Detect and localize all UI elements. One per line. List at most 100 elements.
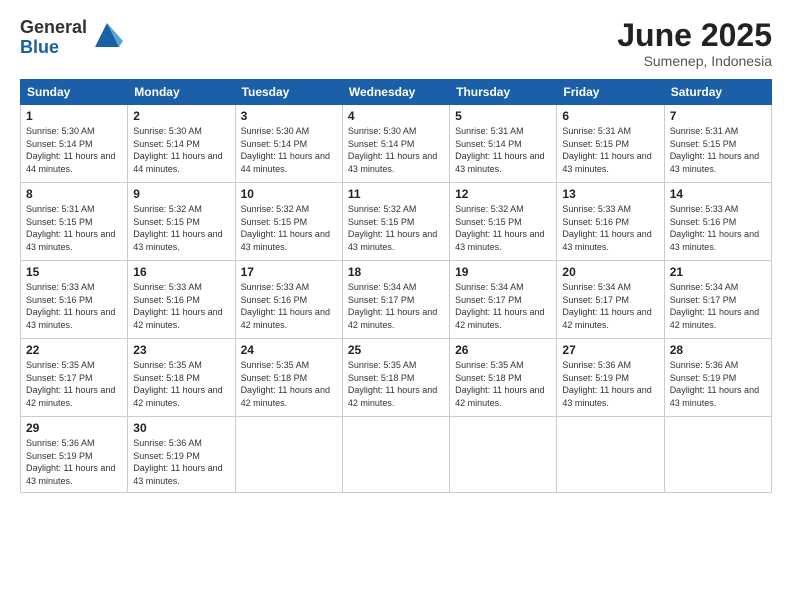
day-number: 23 [133,343,229,357]
calendar-cell: 17 Sunrise: 5:33 AMSunset: 5:16 PMDayligh… [235,261,342,339]
calendar-cell: 19 Sunrise: 5:34 AMSunset: 5:17 PMDayligh… [450,261,557,339]
col-tuesday: Tuesday [235,80,342,105]
col-sunday: Sunday [21,80,128,105]
calendar-cell: 29 Sunrise: 5:36 AMSunset: 5:19 PMDayligh… [21,417,128,492]
day-info: Sunrise: 5:36 AMSunset: 5:19 PMDaylight:… [133,437,229,487]
day-info: Sunrise: 5:31 AMSunset: 5:15 PMDaylight:… [26,203,122,253]
day-number: 25 [348,343,444,357]
calendar-cell: 2 Sunrise: 5:30 AMSunset: 5:14 PMDaylight… [128,105,235,183]
day-number: 13 [562,187,658,201]
calendar-cell: 15 Sunrise: 5:33 AMSunset: 5:16 PMDayligh… [21,261,128,339]
day-info: Sunrise: 5:35 AMSunset: 5:18 PMDaylight:… [348,359,444,409]
calendar-cell [235,417,342,492]
calendar-table: Sunday Monday Tuesday Wednesday Thursday… [20,79,772,492]
calendar-cell: 5Sunrise: 5:31 AMSunset: 5:14 PMDaylight… [450,105,557,183]
calendar-week-2: 8Sunrise: 5:31 AMSunset: 5:15 PMDaylight… [21,183,772,261]
day-info: Sunrise: 5:35 AMSunset: 5:17 PMDaylight:… [26,359,122,409]
day-info: Sunrise: 5:31 AMSunset: 5:15 PMDaylight:… [562,125,658,175]
calendar-cell: 6 Sunrise: 5:31 AMSunset: 5:15 PMDaylight… [557,105,664,183]
day-number: 2 [133,109,229,123]
day-number: 6 [562,109,658,123]
calendar-cell: 27 Sunrise: 5:36 AMSunset: 5:19 PMDayligh… [557,339,664,417]
calendar-cell: 24 Sunrise: 5:35 AMSunset: 5:18 PMDayligh… [235,339,342,417]
day-number: 9 [133,187,229,201]
header: General Blue June 2025 Sumenep, Indonesi… [20,18,772,69]
page: General Blue June 2025 Sumenep, Indonesi… [0,0,792,612]
calendar-cell: 20Sunrise: 5:34 AMSunset: 5:17 PMDayligh… [557,261,664,339]
day-number: 26 [455,343,551,357]
day-info: Sunrise: 5:34 AMSunset: 5:17 PMDaylight:… [455,281,551,331]
day-info: Sunrise: 5:34 AMSunset: 5:17 PMDaylight:… [562,281,658,331]
day-number: 3 [241,109,337,123]
day-info: Sunrise: 5:32 AMSunset: 5:15 PMDaylight:… [348,203,444,253]
day-number: 15 [26,265,122,279]
day-number: 16 [133,265,229,279]
day-number: 1 [26,109,122,123]
calendar-cell [450,417,557,492]
day-info: Sunrise: 5:32 AMSunset: 5:15 PMDaylight:… [241,203,337,253]
day-info: Sunrise: 5:32 AMSunset: 5:15 PMDaylight:… [133,203,229,253]
day-info: Sunrise: 5:36 AMSunset: 5:19 PMDaylight:… [670,359,766,409]
day-number: 12 [455,187,551,201]
day-number: 18 [348,265,444,279]
calendar-cell: 1Sunrise: 5:30 AMSunset: 5:14 PMDaylight… [21,105,128,183]
calendar-week-1: 1 Sunrise: 5:30 AMSunset: 5:14 PMDaylight… [21,105,772,183]
day-info: Sunrise: 5:33 AMSunset: 5:16 PMDaylight:… [133,281,229,331]
calendar-week-4: 22 Sunrise: 5:35 AMSunset: 5:17 PMDayligh… [21,339,772,417]
day-info: Sunrise: 5:36 AMSunset: 5:19 PMDaylight:… [562,359,658,409]
day-info: Sunrise: 5:34 AMSunset: 5:17 PMDaylight:… [348,281,444,331]
day-info: Sunrise: 5:35 AMSunset: 5:18 PMDaylight:… [455,359,551,409]
day-info: Sunrise: 5:30 AMSunset: 5:14 PMDaylight:… [133,125,229,175]
day-number: 11 [348,187,444,201]
col-monday: Monday [128,80,235,105]
day-info: Sunrise: 5:32 AMSunset: 5:15 PMDaylight:… [455,203,551,253]
calendar-cell: 10Sunrise: 5:32 AMSunset: 5:15 PMDayligh… [235,183,342,261]
calendar-cell: 26 Sunrise: 5:35 AMSunset: 5:18 PMDayligh… [450,339,557,417]
calendar-cell: 28Sunrise: 5:36 AMSunset: 5:19 PMDayligh… [664,339,771,417]
day-info: Sunrise: 5:30 AMSunset: 5:14 PMDaylight:… [348,125,444,175]
calendar-cell: 7Sunrise: 5:31 AMSunset: 5:15 PMDaylight… [664,105,771,183]
calendar-cell: 3Sunrise: 5:30 AMSunset: 5:14 PMDaylight… [235,105,342,183]
location: Sumenep, Indonesia [617,53,772,69]
calendar-cell: 21Sunrise: 5:34 AMSunset: 5:17 PMDayligh… [664,261,771,339]
calendar-cell: 18 Sunrise: 5:34 AMSunset: 5:17 PMDayligh… [342,261,449,339]
col-wednesday: Wednesday [342,80,449,105]
day-info: Sunrise: 5:31 AMSunset: 5:14 PMDaylight:… [455,125,551,175]
day-info: Sunrise: 5:33 AMSunset: 5:16 PMDaylight:… [241,281,337,331]
day-number: 22 [26,343,122,357]
day-info: Sunrise: 5:33 AMSunset: 5:16 PMDaylight:… [26,281,122,331]
calendar-cell: 16 Sunrise: 5:33 AMSunset: 5:16 PMDayligh… [128,261,235,339]
calendar-week-5: 29 Sunrise: 5:36 AMSunset: 5:19 PMDayligh… [21,417,772,492]
day-number: 14 [670,187,766,201]
title-block: June 2025 Sumenep, Indonesia [617,18,772,69]
day-number: 29 [26,421,122,435]
col-friday: Friday [557,80,664,105]
col-saturday: Saturday [664,80,771,105]
calendar-cell: 22 Sunrise: 5:35 AMSunset: 5:17 PMDayligh… [21,339,128,417]
calendar-cell: 25 Sunrise: 5:35 AMSunset: 5:18 PMDayligh… [342,339,449,417]
day-number: 4 [348,109,444,123]
day-number: 30 [133,421,229,435]
calendar-cell: 14Sunrise: 5:33 AMSunset: 5:16 PMDayligh… [664,183,771,261]
day-number: 19 [455,265,551,279]
day-info: Sunrise: 5:35 AMSunset: 5:18 PMDaylight:… [133,359,229,409]
day-number: 24 [241,343,337,357]
calendar-cell: 13 Sunrise: 5:33 AMSunset: 5:16 PMDayligh… [557,183,664,261]
calendar-cell: 4 Sunrise: 5:30 AMSunset: 5:14 PMDaylight… [342,105,449,183]
day-number: 17 [241,265,337,279]
calendar-cell: 9 Sunrise: 5:32 AMSunset: 5:15 PMDaylight… [128,183,235,261]
day-info: Sunrise: 5:36 AMSunset: 5:19 PMDaylight:… [26,437,122,487]
calendar-cell: 8Sunrise: 5:31 AMSunset: 5:15 PMDaylight… [21,183,128,261]
day-number: 27 [562,343,658,357]
calendar-cell [342,417,449,492]
logo-blue-text: Blue [20,37,59,57]
day-info: Sunrise: 5:35 AMSunset: 5:18 PMDaylight:… [241,359,337,409]
day-info: Sunrise: 5:34 AMSunset: 5:17 PMDaylight:… [670,281,766,331]
calendar-cell: 30 Sunrise: 5:36 AMSunset: 5:19 PMDayligh… [128,417,235,492]
calendar-cell [664,417,771,492]
logo-general-text: General [20,17,87,37]
col-thursday: Thursday [450,80,557,105]
logo: General Blue [20,18,123,58]
calendar-cell: 11 Sunrise: 5:32 AMSunset: 5:15 PMDayligh… [342,183,449,261]
day-info: Sunrise: 5:33 AMSunset: 5:16 PMDaylight:… [562,203,658,253]
